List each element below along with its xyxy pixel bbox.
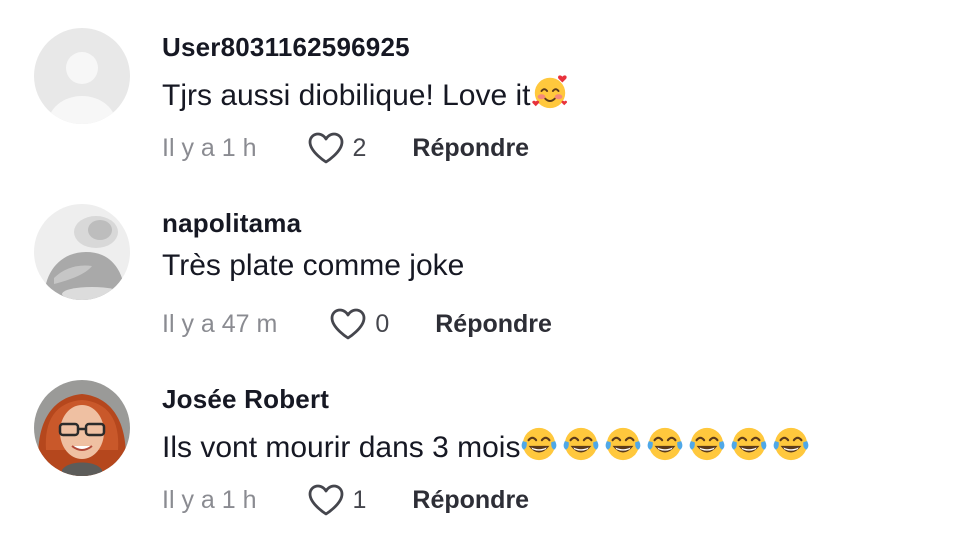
comment-meta: Il y a 47 m 0 Répondre	[162, 306, 552, 342]
reply-button[interactable]: Répondre	[412, 134, 529, 163]
comment-username[interactable]: Josée Robert	[162, 384, 329, 415]
face-with-tears-of-joy-icon	[646, 425, 684, 463]
comment-text-content: Ils vont mourir dans 3 mois	[162, 431, 521, 464]
reply-button[interactable]: Répondre	[435, 310, 552, 339]
face-with-tears-of-joy-icon	[688, 425, 726, 463]
avatar[interactable]	[34, 380, 130, 476]
face-with-tears-of-joy-icon	[562, 425, 600, 463]
like-count: 0	[375, 309, 390, 338]
comment-text: Ils vont mourir dans 3 mois	[162, 425, 810, 465]
comment-text: Très plate comme joke	[162, 249, 464, 283]
face-with-tears-of-joy-icon	[604, 425, 642, 463]
grayscale-photo-avatar-icon	[34, 204, 130, 300]
comment-item: User8031162596925 Tjrs aussi diobilique!…	[0, 0, 966, 176]
face-with-tears-of-joy-icon	[520, 425, 558, 463]
redhead-glasses-photo-avatar-icon	[34, 380, 130, 476]
comment-item: napolitama Très plate comme joke Il y a …	[0, 176, 966, 352]
comment-timestamp: Il y a 1 h	[162, 485, 257, 514]
comment-text: Tjrs aussi diobilique! Love it	[162, 73, 569, 113]
like-count: 2	[352, 133, 367, 162]
like-button[interactable]: 2	[307, 131, 367, 165]
face-with-tears-of-joy-icon	[730, 425, 768, 463]
heart-outline-icon[interactable]	[307, 483, 345, 517]
like-button[interactable]: 0	[329, 307, 389, 341]
avatar[interactable]	[34, 28, 130, 124]
comment-text-content: Très plate comme joke	[162, 249, 465, 282]
comment-text-content: Tjrs aussi diobilique! Love it	[162, 79, 531, 112]
reply-button[interactable]: Répondre	[412, 486, 529, 515]
face-with-tears-of-joy-icon	[772, 425, 810, 463]
avatar[interactable]	[34, 204, 130, 300]
default-avatar-icon	[34, 28, 130, 124]
comment-username[interactable]: napolitama	[162, 208, 301, 239]
comment-timestamp: Il y a 47 m	[162, 309, 278, 338]
like-button[interactable]: 1	[307, 483, 367, 517]
emoji-group	[520, 427, 810, 464]
smiling-face-with-hearts-icon	[531, 73, 569, 111]
comment-meta: Il y a 1 h 1 Répondre	[162, 482, 529, 518]
heart-outline-icon[interactable]	[329, 307, 367, 341]
comment-item: Josée Robert Ils vont mourir dans 3 mois…	[0, 352, 966, 528]
comment-username[interactable]: User8031162596925	[162, 32, 410, 63]
comment-meta: Il y a 1 h 2 Répondre	[162, 130, 529, 166]
like-count: 1	[352, 485, 367, 514]
heart-outline-icon[interactable]	[307, 131, 345, 165]
comment-timestamp: Il y a 1 h	[162, 133, 257, 162]
